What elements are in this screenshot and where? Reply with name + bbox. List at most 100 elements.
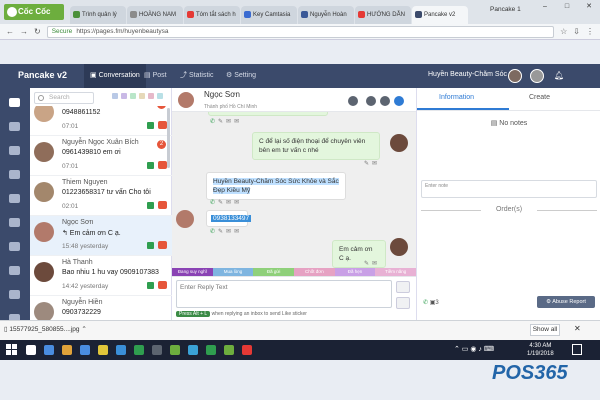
- system-clock[interactable]: 4:30 AM 1/19/2018: [527, 342, 554, 358]
- tag-filter-dot[interactable]: [148, 93, 154, 99]
- conversation-item[interactable]: Thiem Nguyen 01223658317 tư vấn Cho tôi 02…: [30, 176, 172, 216]
- more-action-icon[interactable]: [380, 96, 390, 106]
- browser-tab[interactable]: Tóm tắt sách h: [184, 6, 240, 24]
- message-icon: [158, 121, 167, 129]
- tag-chip[interactable]: Đang suy nghĩ: [172, 268, 213, 276]
- tab-favicon-icon: [415, 11, 422, 18]
- user-avatar[interactable]: [530, 69, 544, 83]
- conversation-snippet: 0903732229: [62, 309, 101, 316]
- page-name[interactable]: Huyền Beauty-Chăm Sóc S...: [428, 71, 519, 78]
- nav-statistic[interactable]: ⤴ Statistic: [174, 64, 219, 88]
- browser-tab[interactable]: HOÀNG NAM: [127, 6, 183, 24]
- message-actions[interactable]: ✆✎✉✉: [210, 228, 242, 235]
- browser-tab[interactable]: Nguyễn Hoàn: [298, 6, 354, 24]
- tag-filter-dot[interactable]: [139, 93, 145, 99]
- conversation-item[interactable]: 0948861152 07:01 1: [30, 106, 172, 136]
- maximize-icon[interactable]: □: [556, 0, 578, 14]
- tag-filter-dot[interactable]: [112, 93, 118, 99]
- taskbar-app-icon[interactable]: [242, 345, 252, 355]
- close-icon[interactable]: ✕: [578, 0, 600, 14]
- tag-chip[interactable]: Đã hẹn: [334, 268, 376, 276]
- close-icon[interactable]: ✕: [574, 324, 581, 333]
- taskbar-app-icon[interactable]: [116, 345, 126, 355]
- reply-input[interactable]: Enter Reply Text: [176, 280, 392, 308]
- contact-avatar[interactable]: [178, 92, 194, 108]
- mail-action-icon[interactable]: [366, 96, 376, 106]
- bookmark-icon[interactable]: [9, 122, 20, 131]
- conversation-item[interactable]: Hà Thanh Bao nhiu 1 hu vay 0909107383 14:4…: [30, 256, 172, 296]
- taskbar-app-icon[interactable]: [62, 345, 72, 355]
- nav-conversation[interactable]: ▣ Conversation: [84, 64, 146, 88]
- tag-chip[interactable]: Đã gửi: [253, 268, 295, 276]
- tag-filter-dot[interactable]: [130, 93, 136, 99]
- send-action-icon[interactable]: [394, 96, 404, 106]
- grid-icon[interactable]: [9, 290, 20, 299]
- taskbar-app-icon[interactable]: [224, 345, 234, 355]
- taskbar-app-icon[interactable]: [134, 345, 144, 355]
- forward-icon[interactable]: →: [20, 27, 28, 36]
- back-icon[interactable]: ←: [6, 27, 14, 36]
- profile-label[interactable]: Pancake 1: [490, 6, 521, 13]
- conversation-time: 14:42 yesterday: [62, 283, 109, 290]
- browser-tab-active[interactable]: Pancake v2: [412, 6, 468, 24]
- clock-icon[interactable]: [9, 266, 20, 275]
- inbox-icon[interactable]: [9, 98, 20, 107]
- browser-tab[interactable]: HƯỚNG DẪN: [355, 6, 411, 24]
- tab-label: HOÀNG NAM: [139, 12, 177, 18]
- taskbar-app-icon[interactable]: [26, 345, 36, 355]
- download-icon[interactable]: ⇩: [573, 27, 580, 36]
- taskbar-app-icon[interactable]: [152, 345, 162, 355]
- message-actions[interactable]: ✎✉: [364, 260, 380, 267]
- nav-setting[interactable]: ⚙ Setting: [220, 64, 262, 88]
- menu-icon[interactable]: ⋮: [586, 27, 594, 36]
- taskbar-app-icon[interactable]: [98, 345, 108, 355]
- mail-icon[interactable]: [9, 170, 20, 179]
- browser-tab[interactable]: Key Camtasia: [241, 6, 297, 24]
- reload-icon[interactable]: ↻: [34, 27, 41, 36]
- message-actions[interactable]: ✆✎✉✉: [210, 118, 242, 125]
- show-all-button[interactable]: Show all: [530, 324, 560, 336]
- abuse-report-button[interactable]: ⚙ Abuse Report: [537, 296, 595, 308]
- message-actions[interactable]: ✆✎✉✉: [210, 199, 242, 206]
- contact-avatar-small: [176, 210, 194, 228]
- browser-tab[interactable]: Trình quản lý: [70, 6, 126, 24]
- url-input[interactable]: Secure https://pages.fm/huyenbeautysa: [46, 25, 555, 38]
- tab-label: Trình quản lý: [82, 12, 117, 18]
- bell-icon[interactable]: 🔔︎: [554, 71, 564, 80]
- phone-icon[interactable]: [9, 218, 20, 227]
- message-actions[interactable]: ✎✉: [364, 160, 380, 167]
- comment-icon[interactable]: [9, 146, 20, 155]
- taskbar-app-icon[interactable]: [44, 345, 54, 355]
- page-avatar[interactable]: [508, 69, 522, 83]
- contact-name[interactable]: Ngọc Sơn: [204, 90, 240, 99]
- notification-icon[interactable]: [572, 344, 582, 355]
- minimize-icon[interactable]: –: [534, 0, 556, 14]
- search-input[interactable]: Search: [34, 92, 94, 104]
- star-icon[interactable]: ☆: [560, 27, 567, 36]
- conversation-item[interactable]: Ngọc Sơn ↰ Em cảm ơn C ạ. 15:48 yesterday: [30, 216, 172, 256]
- camera-icon[interactable]: [396, 281, 410, 293]
- tag-chip[interactable]: Chốt đơn: [294, 268, 335, 276]
- taskbar-app-icon[interactable]: [170, 345, 180, 355]
- export-icon[interactable]: [9, 242, 20, 251]
- user-icon[interactable]: [9, 194, 20, 203]
- tag-chip[interactable]: Tiềm năng: [375, 268, 417, 276]
- list-scrollbar[interactable]: [167, 108, 170, 168]
- taskbar-app-icon[interactable]: [206, 345, 216, 355]
- taskbar-app-icon[interactable]: [80, 345, 90, 355]
- nav-post[interactable]: ▤ Post: [138, 64, 173, 88]
- tag-filter-dot[interactable]: [157, 93, 163, 99]
- download-item[interactable]: ▯ 15577925_580855....jpg ⌃: [4, 325, 87, 333]
- chat-template-icon[interactable]: [396, 297, 410, 309]
- tray-icons[interactable]: ⌃ ▭ ◉ ♪ ⌨: [454, 345, 494, 353]
- conversation-snippet: 01223658317 tư vấn Cho tôi: [62, 189, 151, 196]
- taskbar-app-icon[interactable]: [188, 345, 198, 355]
- conversation-item[interactable]: Nguyễn Ngọc Xuân Bích 0961439810 em ơi 07:…: [30, 136, 172, 176]
- windows-start-icon[interactable]: [6, 344, 18, 356]
- tab-create[interactable]: Create: [529, 94, 550, 101]
- tag-filter-dot[interactable]: [121, 93, 127, 99]
- note-input[interactable]: Enter note: [421, 180, 597, 198]
- close-conversation-icon[interactable]: [348, 96, 358, 106]
- tag-chip[interactable]: Mua lòng: [212, 268, 254, 276]
- tab-information[interactable]: Information: [439, 94, 474, 101]
